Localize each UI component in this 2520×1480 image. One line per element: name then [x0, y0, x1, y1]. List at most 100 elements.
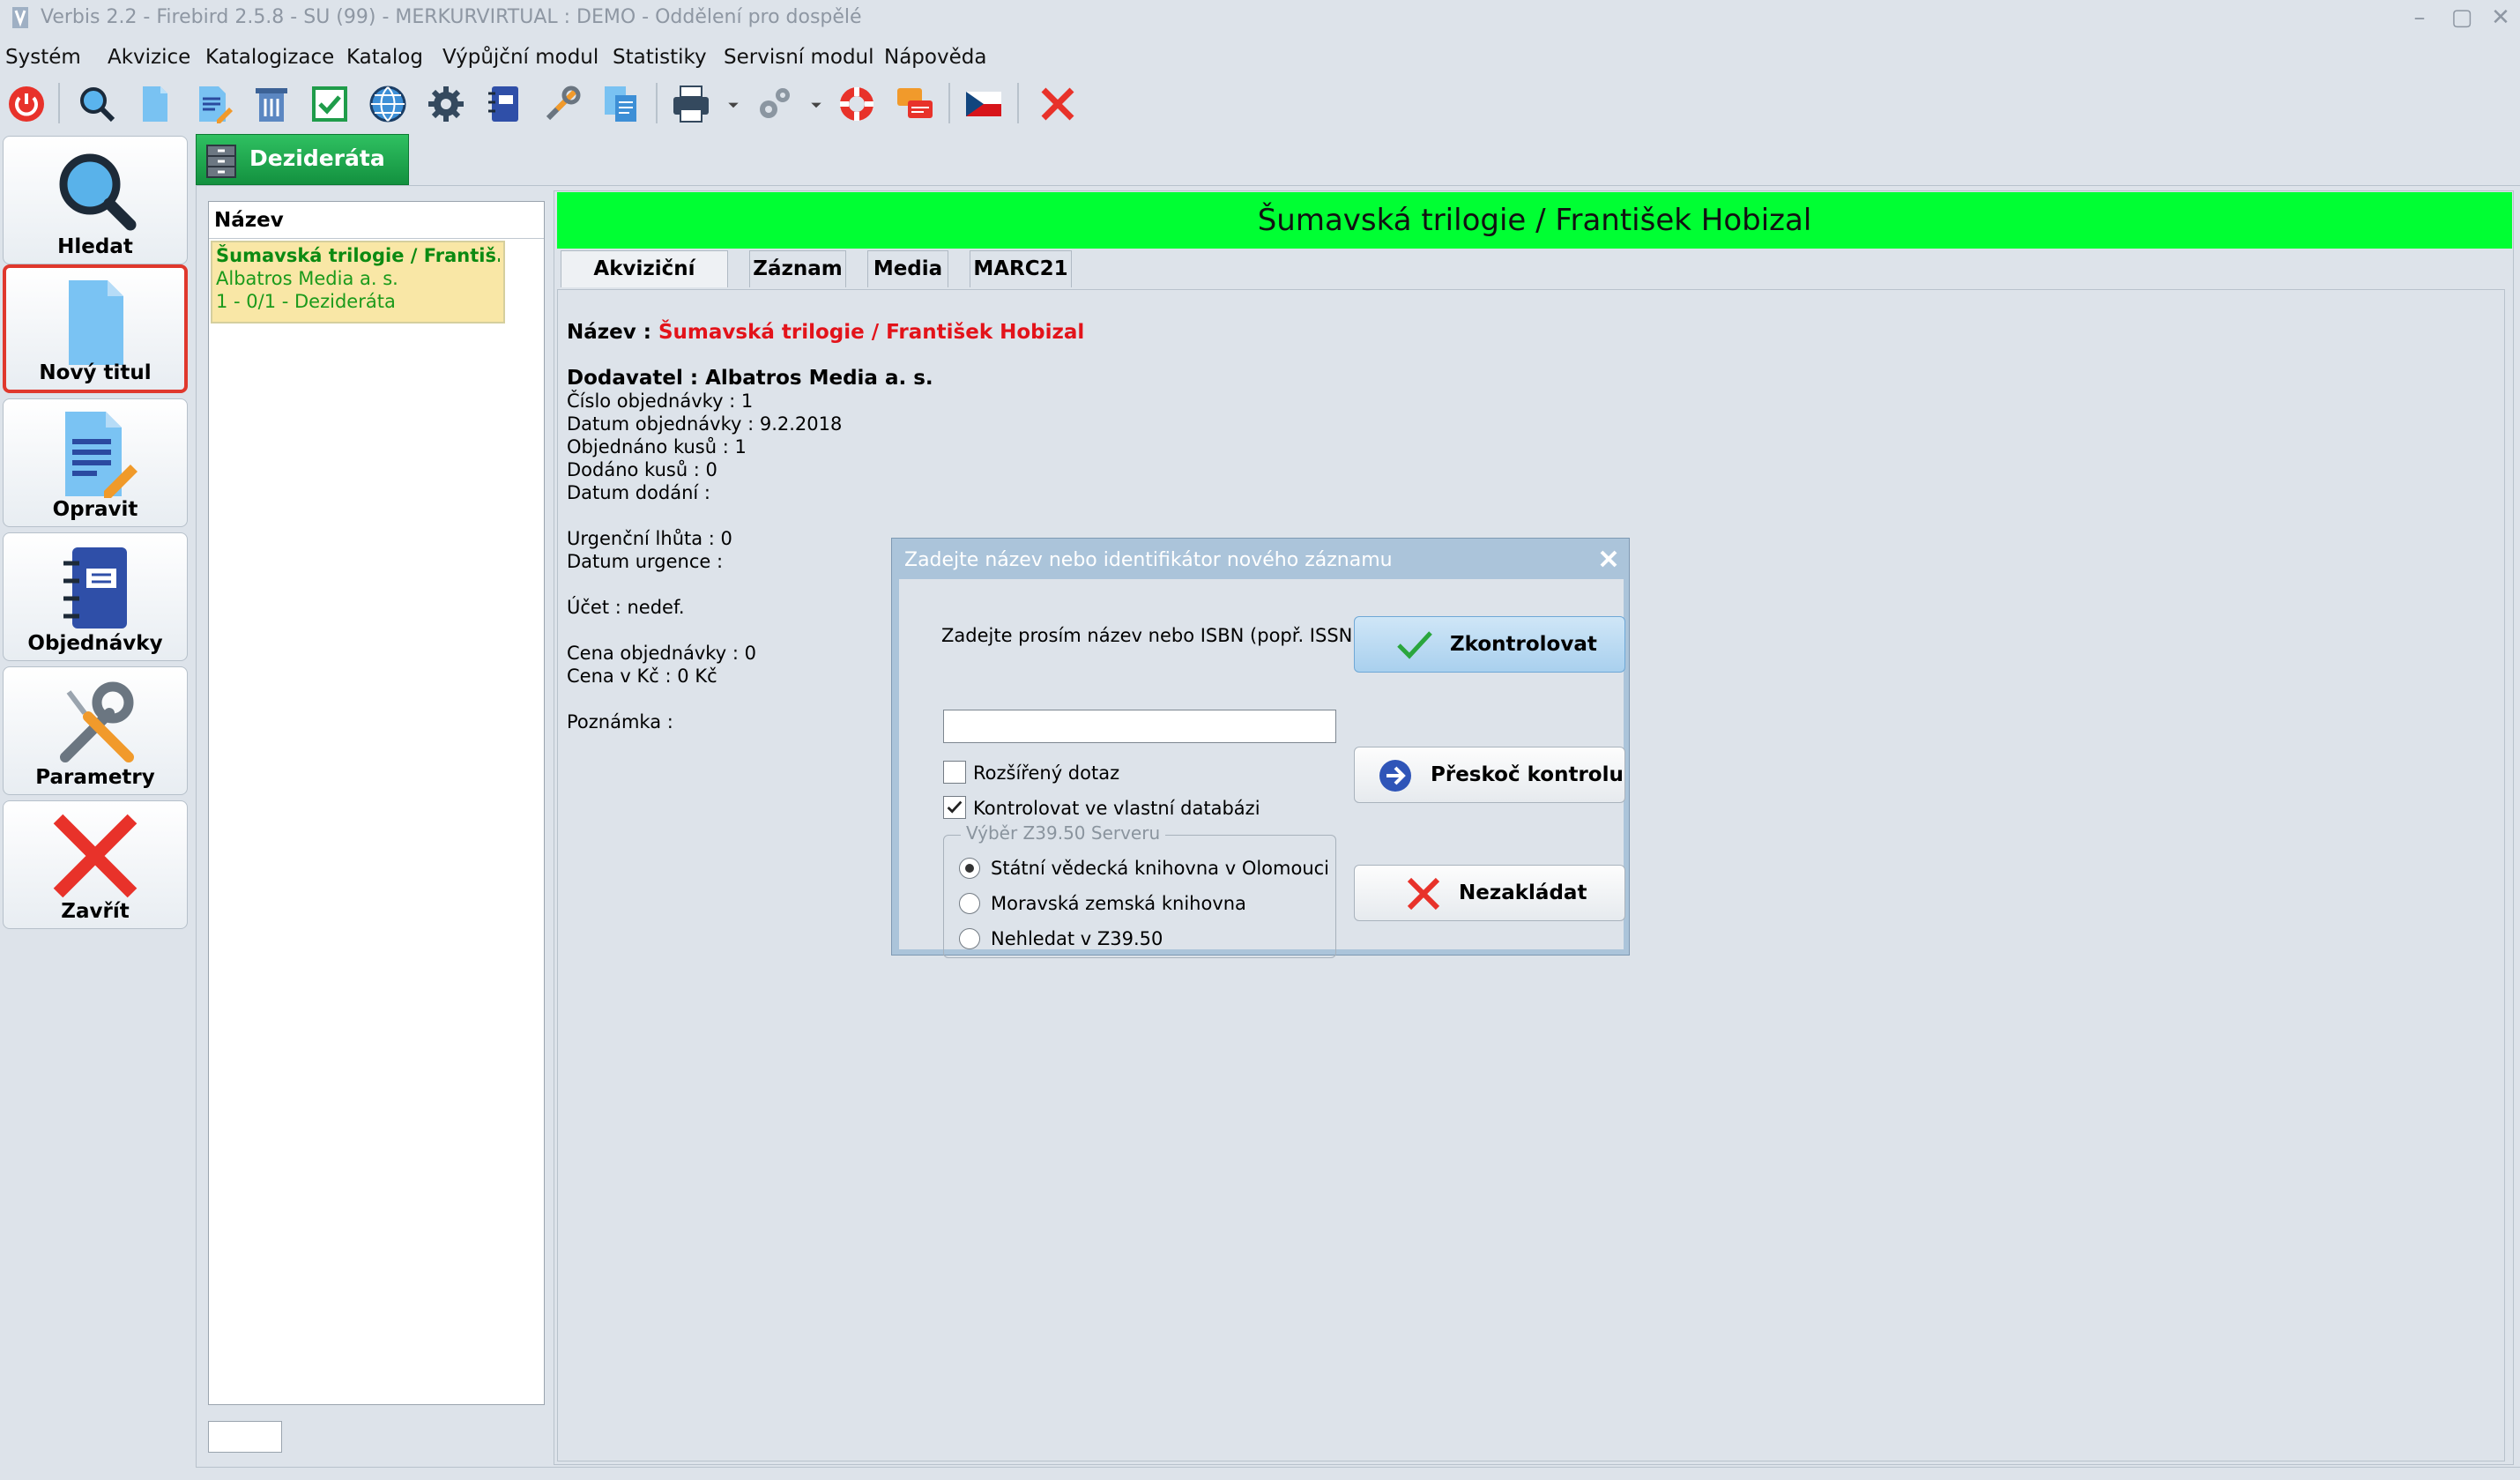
ordered-count: Objednáno kusů : 1	[567, 436, 747, 457]
record-list[interactable]: Název Šumavská trilogie / Františ... Alb…	[208, 201, 545, 1405]
arrow-right-circle-icon	[1379, 760, 1411, 792]
list-column-header[interactable]: Název	[209, 202, 544, 239]
list-item[interactable]: Šumavská trilogie / Františ... Albatros …	[211, 241, 505, 324]
sidebar-item-label: Nový titul	[39, 361, 152, 384]
gears-dropdown-icon[interactable]	[804, 78, 829, 130]
close-x-icon	[53, 814, 138, 898]
server-label-none: Nehledat v Z39.50	[991, 928, 1163, 949]
window-close-button[interactable]: ✕	[2479, 0, 2520, 35]
dialog-body: Zadejte prosím název nebo ISBN (popř. IS…	[899, 579, 1625, 958]
sidebar-item-label: Objednávky	[27, 632, 163, 655]
check-box-icon[interactable]	[303, 78, 356, 130]
name-label: Název :	[567, 321, 658, 344]
sidebar-item-parametry[interactable]: Parametry	[3, 666, 188, 795]
tab-media[interactable]: Media	[867, 250, 948, 287]
menu-statistiky[interactable]: Statistiky	[613, 39, 707, 74]
sidebar-item-label: Zavřít	[61, 900, 130, 923]
sidebar-item-objednavky[interactable]: Objednávky	[3, 532, 188, 661]
window-title: Verbis 2.2 - Firebird 2.5.8 - SU (99) - …	[41, 6, 862, 28]
note: Poznámka :	[567, 711, 673, 733]
menu-vypujcni-modul[interactable]: Výpůjční modul	[442, 39, 598, 74]
server-label-svkol: Státní vědecká knihovna v Olomouci	[991, 858, 1330, 879]
price-czk: Cena v Kč : 0 Kč	[567, 666, 717, 687]
sidebar-item-zavrit[interactable]: Zavřít	[3, 800, 188, 929]
trash-icon[interactable]	[245, 78, 298, 130]
supplier-line: Dodavatel : Albatros Media a. s.	[567, 367, 933, 390]
isbn-input[interactable]	[943, 710, 1336, 743]
edit-document-icon	[65, 412, 138, 498]
check-own-db-checkbox[interactable]	[943, 796, 966, 819]
globe-icon[interactable]	[361, 78, 414, 130]
tab-marc21[interactable]: MARC21	[970, 250, 1072, 287]
tab-akvizicni-udaje[interactable]: Akviziční údaje	[561, 250, 728, 316]
close-x-icon[interactable]	[1031, 78, 1084, 130]
sidebar: Hledat Nový titul Opravit Objednávky Par…	[0, 134, 190, 1474]
record-title-banner: Šumavská trilogie / František Hobizal	[557, 192, 2512, 249]
skip-check-button-label: Přeskoč kontrolu	[1431, 763, 1624, 786]
delivery-date: Datum dodání :	[567, 482, 710, 503]
printer-dropdown-icon[interactable]	[721, 78, 746, 130]
list-filter-input[interactable]	[208, 1421, 282, 1453]
notebook-icon[interactable]	[478, 78, 531, 130]
sidebar-item-novy-titul[interactable]: Nový titul	[3, 264, 188, 393]
sidebar-item-hledat[interactable]: Hledat	[3, 136, 188, 264]
check-button[interactable]: Zkontrolovat	[1354, 616, 1625, 673]
tab-deziderata[interactable]: Dezideráta	[196, 134, 409, 185]
menu-akvizice[interactable]: Akvizice	[108, 39, 190, 74]
toolbar	[0, 74, 2520, 134]
minimize-button[interactable]: –	[2397, 0, 2442, 35]
menu-bar: Systém Akvizice Katalogizace Katalog Výp…	[0, 39, 2520, 74]
extended-query-checkbox[interactable]	[943, 761, 966, 784]
order-book-icon	[63, 547, 127, 628]
new-document-icon[interactable]	[129, 78, 182, 130]
list-item-title: Šumavská trilogie / Františ...	[216, 245, 500, 266]
czech-flag-icon[interactable]	[957, 78, 1010, 130]
cancel-create-button[interactable]: Nezakládat	[1354, 865, 1625, 921]
sidebar-item-label: Opravit	[52, 498, 138, 521]
dialog-close-icon[interactable]	[1594, 544, 1624, 574]
search-icon[interactable]	[71, 78, 123, 130]
server-radio-svkol[interactable]	[959, 858, 980, 879]
order-date: Datum objednávky : 9.2.2018	[567, 413, 843, 435]
urgency-period: Urgenční lhůta : 0	[567, 528, 732, 549]
list-item-supplier: Albatros Media a. s.	[216, 268, 398, 289]
edit-document-icon[interactable]	[187, 78, 240, 130]
sidebar-item-opravit[interactable]: Opravit	[3, 398, 188, 527]
menu-servisni-modul[interactable]: Servisní modul	[724, 39, 874, 74]
menu-katalog[interactable]: Katalog	[346, 39, 423, 74]
checkmark-icon	[947, 800, 963, 814]
printer-icon[interactable]	[665, 78, 717, 130]
power-icon[interactable]	[0, 78, 53, 130]
delivered-count: Dodáno kusů : 0	[567, 459, 717, 480]
new-record-dialog: Zadejte název nebo identifikátor nového …	[891, 538, 1630, 958]
settings-gear-icon[interactable]	[420, 78, 472, 130]
chat-messages-icon[interactable]	[888, 78, 941, 130]
tab-label: Dezideráta	[249, 145, 385, 171]
server-radio-mzk[interactable]	[959, 893, 980, 914]
menu-napoveda[interactable]: Nápověda	[884, 39, 986, 74]
tools-icon[interactable]	[536, 78, 589, 130]
magnifier-icon	[59, 153, 137, 231]
cabinet-icon	[206, 145, 236, 178]
maximize-button[interactable]: ▢	[2440, 0, 2484, 35]
server-radio-none[interactable]	[959, 928, 980, 949]
order-price: Cena objednávky : 0	[567, 643, 756, 664]
list-item-status: 1 - 0/1 - Dezideráta	[216, 291, 396, 312]
check-button-label: Zkontrolovat	[1450, 633, 1597, 656]
check-own-db-label: Kontrolovat ve vlastní databázi	[973, 798, 1260, 819]
wrench-screwdriver-icon	[60, 681, 134, 762]
skip-check-button[interactable]: Přeskoč kontrolu	[1354, 747, 1625, 803]
gears-icon[interactable]	[747, 78, 800, 130]
dialog-title: Zadejte název nebo identifikátor nového …	[904, 549, 1393, 571]
menu-system[interactable]: Systém	[5, 39, 81, 74]
copy-documents-icon[interactable]	[594, 78, 647, 130]
blank-document-icon	[69, 280, 123, 365]
z3950-group-label: Výběr Z39.50 Serveru	[961, 822, 1166, 844]
extended-query-label: Rozšířený dotaz	[973, 762, 1120, 784]
menu-katalogizace[interactable]: Katalogizace	[205, 39, 334, 74]
account: Účet : nedef.	[567, 597, 685, 618]
tab-zaznam[interactable]: Záznam	[749, 250, 846, 287]
lifebuoy-icon[interactable]	[830, 78, 883, 130]
checkmark-icon	[1397, 631, 1432, 659]
sidebar-item-label: Hledat	[57, 235, 133, 258]
